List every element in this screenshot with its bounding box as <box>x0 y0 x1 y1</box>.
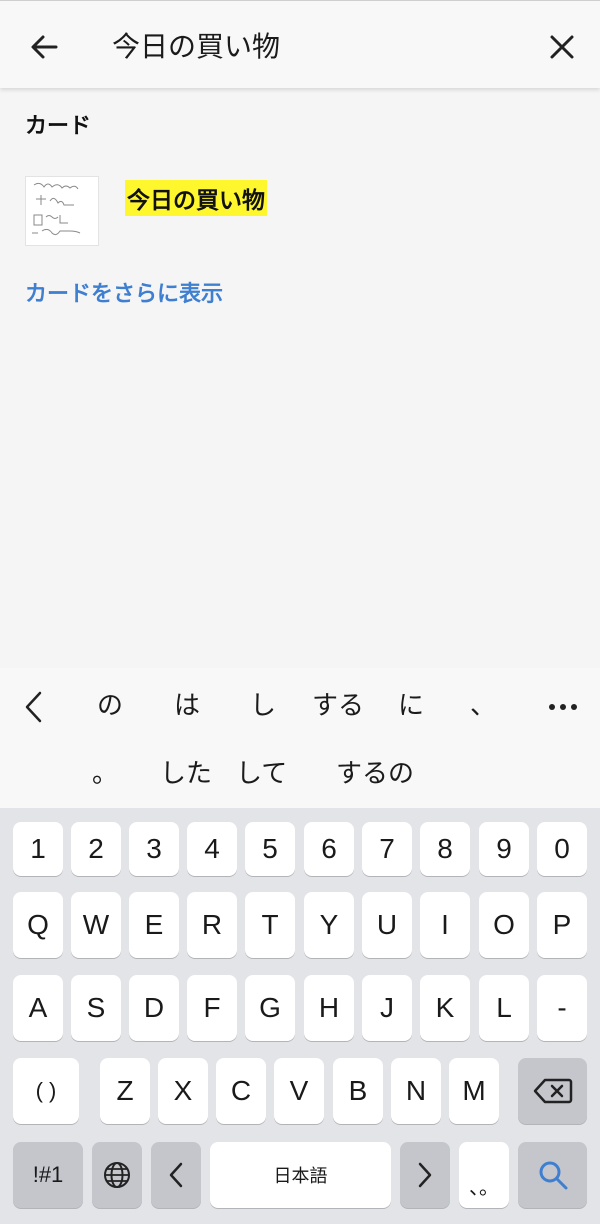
key-hyphen[interactable]: - <box>537 975 587 1041</box>
chevron-right-icon <box>418 1162 432 1188</box>
key-b[interactable]: B <box>333 1058 383 1124</box>
close-icon <box>550 35 574 59</box>
handwritten-note-thumbnail <box>25 176 99 246</box>
key-a[interactable]: A <box>13 975 63 1041</box>
back-button[interactable] <box>22 25 66 69</box>
candidate-item[interactable]: 。 <box>92 740 118 808</box>
punctuation-key[interactable]: 、。 <box>459 1142 509 1208</box>
symbols-key[interactable]: !#1 <box>13 1142 83 1208</box>
candidate-row-2: 。 した して するの <box>0 740 600 808</box>
key-q[interactable]: Q <box>13 892 63 958</box>
cursor-left-key[interactable] <box>151 1142 201 1208</box>
candidate-item[interactable]: の <box>97 668 123 744</box>
key-parentheses[interactable]: ( ) <box>13 1058 79 1124</box>
key-n[interactable]: N <box>391 1058 441 1124</box>
key-o[interactable]: O <box>479 892 529 958</box>
key-7[interactable]: 7 <box>362 822 412 876</box>
key-s[interactable]: S <box>71 975 121 1041</box>
key-z[interactable]: Z <box>100 1058 150 1124</box>
key-f[interactable]: F <box>187 975 237 1041</box>
key-8[interactable]: 8 <box>420 822 470 876</box>
more-candidates-button[interactable] <box>548 668 578 744</box>
cursor-right-key[interactable] <box>400 1142 450 1208</box>
backspace-icon <box>533 1078 572 1104</box>
key-c[interactable]: C <box>216 1058 266 1124</box>
candidate-item[interactable]: し <box>250 668 276 744</box>
card-title: 今日の買い物 <box>125 180 267 216</box>
key-y[interactable]: Y <box>304 892 354 958</box>
candidate-item[interactable]: した <box>160 740 212 808</box>
key-3[interactable]: 3 <box>129 822 179 876</box>
key-t[interactable]: T <box>245 892 295 958</box>
key-g[interactable]: G <box>245 975 295 1041</box>
key-h[interactable]: H <box>304 975 354 1041</box>
key-m[interactable]: M <box>449 1058 499 1124</box>
candidate-item[interactable]: に <box>398 668 424 744</box>
key-6[interactable]: 6 <box>304 822 354 876</box>
key-k[interactable]: K <box>420 975 470 1041</box>
backspace-key[interactable] <box>518 1058 587 1124</box>
key-r[interactable]: R <box>187 892 237 958</box>
candidate-row-1: の は し する に 、 <box>0 668 600 744</box>
chevron-left-icon <box>169 1162 183 1188</box>
space-key[interactable]: 日本語 <box>210 1142 391 1208</box>
key-v[interactable]: V <box>274 1058 324 1124</box>
candidate-item[interactable]: する <box>312 668 364 744</box>
key-2[interactable]: 2 <box>71 822 121 876</box>
key-1[interactable]: 1 <box>13 822 63 876</box>
ime-candidate-bar: の は し する に 、 。 した して するの <box>0 668 600 808</box>
collapse-candidates-button[interactable] <box>22 668 46 744</box>
chevron-left-icon <box>25 691 42 722</box>
ellipsis-icon <box>549 703 577 710</box>
show-more-cards-link[interactable]: カードをさらに表示 <box>25 276 223 308</box>
key-4[interactable]: 4 <box>187 822 237 876</box>
software-keyboard: 1 2 3 4 5 6 7 8 9 0 Q W E R T Y U I O P … <box>0 808 600 1224</box>
section-title-cards: カード <box>25 114 92 139</box>
key-d[interactable]: D <box>129 975 179 1041</box>
search-input[interactable]: 今日の買い物 <box>112 25 280 69</box>
key-0[interactable]: 0 <box>537 822 587 876</box>
key-l[interactable]: L <box>479 975 529 1041</box>
key-j[interactable]: J <box>362 975 412 1041</box>
search-icon <box>539 1161 567 1190</box>
key-p[interactable]: P <box>537 892 587 958</box>
key-w[interactable]: W <box>71 892 121 958</box>
key-5[interactable]: 5 <box>245 822 295 876</box>
candidate-item[interactable]: 、 <box>470 668 496 744</box>
key-u[interactable]: U <box>362 892 412 958</box>
clear-search-button[interactable] <box>540 25 584 69</box>
key-x[interactable]: X <box>158 1058 208 1124</box>
arrow-left-icon <box>31 35 58 59</box>
card-result-item[interactable]: 今日の買い物 <box>25 176 575 248</box>
globe-icon <box>104 1162 130 1188</box>
search-header: 今日の買い物 <box>0 0 600 88</box>
app: 今日の買い物 カード 今日の買い物 カードをさらに表示 の は し する に 、… <box>0 0 600 1224</box>
candidate-item[interactable]: するの <box>336 740 414 808</box>
key-e[interactable]: E <box>129 892 179 958</box>
search-key[interactable] <box>518 1142 587 1208</box>
candidate-item[interactable]: は <box>174 668 200 744</box>
language-key[interactable] <box>92 1142 142 1208</box>
key-9[interactable]: 9 <box>479 822 529 876</box>
candidate-item[interactable]: して <box>236 740 287 808</box>
key-i[interactable]: I <box>420 892 470 958</box>
